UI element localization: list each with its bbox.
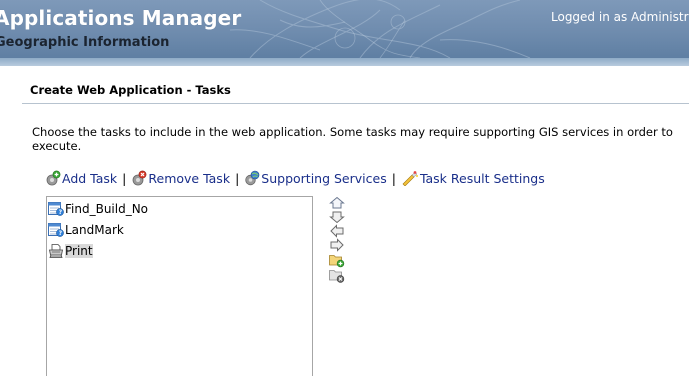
remove-task-link[interactable]: Remove Task: [131, 170, 230, 186]
arrow-right-icon: [330, 238, 344, 252]
app-title: Applications Manager: [0, 6, 242, 30]
task-result-settings-icon: [402, 171, 419, 186]
arrow-left-icon: [330, 224, 344, 238]
move-left-button[interactable]: [328, 224, 346, 238]
arrow-up-icon: [329, 196, 345, 209]
task-label: LandMark: [65, 223, 124, 237]
list-item[interactable]: Print: [48, 242, 93, 260]
task-result-settings-label: Task Result Settings: [419, 170, 545, 186]
folder-remove-icon: [329, 270, 345, 283]
list-item[interactable]: ? Find_Build_No: [48, 200, 148, 218]
task-order-controls: [328, 196, 348, 296]
task-list[interactable]: ? Find_Build_No ? LandMark Print: [46, 196, 313, 376]
folder-add-icon: [329, 255, 345, 268]
task-label: Print: [65, 244, 93, 258]
page-title: Create Web Application - Tasks: [30, 83, 231, 97]
toolbar-separator: |: [235, 170, 240, 186]
list-item[interactable]: ? LandMark: [48, 221, 124, 239]
toolbar-separator: |: [391, 170, 396, 186]
task-result-settings-link[interactable]: Task Result Settings: [401, 170, 545, 186]
toolbar-separator: |: [122, 170, 127, 186]
app-header: Applications Manager Geographic Informat…: [0, 0, 689, 58]
app-subtitle: Geographic Information: [0, 35, 170, 50]
main-content: Create Web Application - Tasks Choose th…: [0, 66, 689, 376]
add-task-label: Add Task: [62, 170, 118, 186]
remove-group-button[interactable]: [328, 268, 346, 283]
add-task-icon: [46, 170, 61, 186]
header-divider: [0, 58, 689, 66]
title-divider: [22, 103, 689, 104]
svg-text:?: ?: [59, 230, 63, 237]
supporting-services-icon: [245, 170, 260, 186]
query-task-icon: ?: [48, 223, 64, 237]
move-up-button[interactable]: [328, 196, 346, 210]
instructions-text: Choose the tasks to include in the web a…: [32, 125, 673, 153]
arrow-down-icon: [329, 211, 345, 224]
task-toolbar: Add Task | Remove Task | Supporting Serv…: [45, 169, 545, 187]
add-task-link[interactable]: Add Task: [45, 170, 117, 186]
move-right-button[interactable]: [328, 238, 346, 252]
supporting-services-link[interactable]: Supporting Services: [244, 170, 387, 186]
svg-text:?: ?: [59, 209, 63, 216]
query-task-icon: ?: [48, 202, 64, 216]
add-group-button[interactable]: [328, 252, 346, 268]
remove-task-label: Remove Task: [148, 170, 231, 186]
remove-task-icon: [132, 170, 147, 186]
printer-icon: [49, 244, 63, 258]
login-status: Logged in as Administrator: [551, 10, 689, 24]
task-label: Find_Build_No: [65, 202, 149, 216]
move-down-button[interactable]: [328, 210, 346, 224]
supporting-services-label: Supporting Services: [261, 170, 387, 186]
